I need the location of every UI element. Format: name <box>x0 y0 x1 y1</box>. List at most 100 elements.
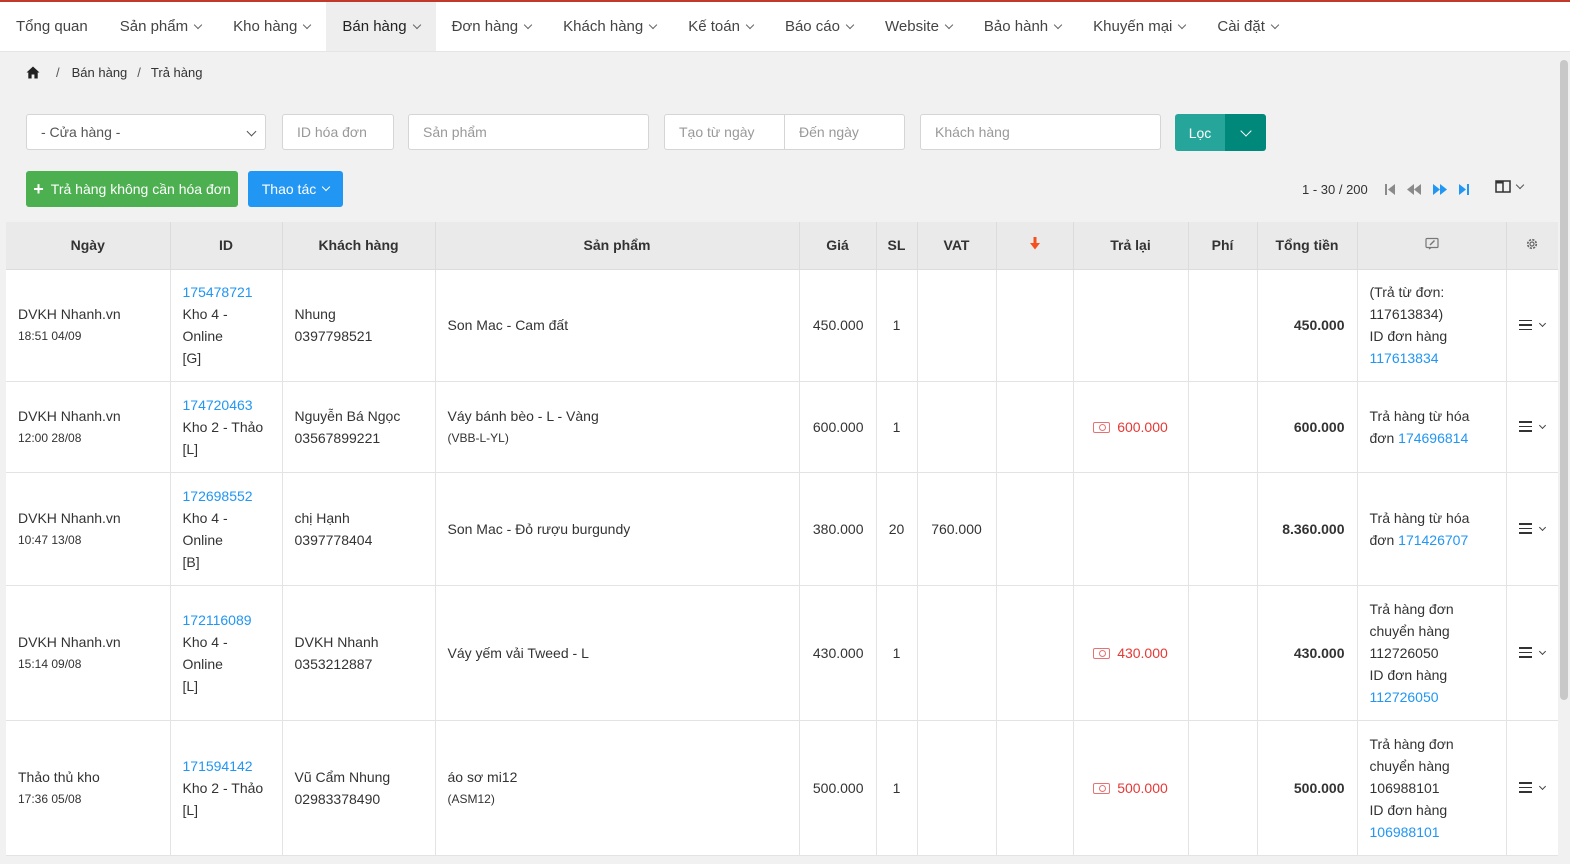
col-product[interactable]: Sản phẩm <box>435 222 800 270</box>
gear-icon <box>1526 238 1538 249</box>
return-id-link[interactable]: 172116089 <box>183 609 270 631</box>
nav-item[interactable]: Khách hàng <box>547 2 672 51</box>
row-menu-button[interactable] <box>1507 523 1558 534</box>
nav-item[interactable]: Website <box>869 2 968 51</box>
cell-customer: Nhung 0397798521 <box>282 269 436 382</box>
nav-item[interactable]: Sản phẩm <box>104 2 217 51</box>
cell-fee <box>1188 269 1258 382</box>
col-vat[interactable]: VAT <box>917 222 997 270</box>
col-price[interactable]: Giá <box>799 222 877 270</box>
nav-item[interactable]: Bán hàng <box>326 2 436 51</box>
cell-qty: 1 <box>876 381 918 473</box>
row-menu-button[interactable] <box>1507 421 1558 432</box>
cell-id: 174720463 Kho 2 - Thảo [L] <box>170 381 283 473</box>
customer-name: DVKH Nhanh <box>294 633 379 650</box>
return-id-link[interactable]: 171594142 <box>183 755 270 777</box>
note-text: (Trả từ đơn: 117613834) <box>1369 284 1445 322</box>
col-settings[interactable] <box>1506 222 1559 270</box>
filter-dropdown-button[interactable] <box>1225 114 1266 151</box>
customer-input[interactable]: Khách hàng <box>920 114 1161 150</box>
return-without-invoice-button[interactable]: + Trả hàng không cần hóa đơn <box>26 171 238 207</box>
return-id-link[interactable]: 172698552 <box>183 485 270 507</box>
col-customer[interactable]: Khách hàng <box>282 222 436 270</box>
cell-price: 600.000 <box>799 381 877 473</box>
store-tag: [G] <box>182 350 202 366</box>
created-datetime: 10:47 13/08 <box>18 532 82 547</box>
nav-item[interactable]: Bảo hành <box>968 2 1077 51</box>
top-nav: Tổng quan Sản phẩm Kho hàng Bán hàng Đơn hàn… <box>0 0 1570 52</box>
chevron-down-icon <box>523 20 533 29</box>
col-id[interactable]: ID <box>170 222 283 270</box>
customer-phone: 02983378490 <box>294 790 381 807</box>
invoice-id-input[interactable]: ID hóa đơn <box>282 114 394 150</box>
col-refund[interactable]: Trả lại <box>1073 222 1189 270</box>
creator-name: DVKH Nhanh.vn <box>18 633 121 650</box>
last-page-icon[interactable] <box>1458 183 1470 196</box>
cell-total: 8.360.000 <box>1257 472 1358 586</box>
note-text: Trả hàng từ hóa đơn 171426707 <box>1370 507 1494 551</box>
nav-item[interactable]: Kế toán <box>672 2 769 51</box>
page-scrollbar[interactable] <box>1558 52 1570 864</box>
first-page-icon[interactable] <box>1384 183 1396 196</box>
table-row: Thảo thủ kho 17:36 05/08 171594142 Kho 2 - … <box>6 720 1559 856</box>
cell-vat <box>917 269 997 382</box>
chevron-down-icon <box>1538 421 1547 429</box>
cell-menu <box>1506 720 1559 856</box>
col-qty[interactable]: SL <box>876 222 918 270</box>
col-date[interactable]: Ngày <box>6 222 171 270</box>
cell-fee <box>1188 381 1258 473</box>
invoice-id-link[interactable]: 174696814 <box>1398 430 1468 446</box>
scrollbar-thumb[interactable] <box>1560 60 1568 700</box>
col-fee[interactable]: Phí <box>1188 222 1258 270</box>
menu-icon <box>1519 782 1532 793</box>
return-without-invoice-label: Trả hàng không cần hóa đơn <box>50 181 231 197</box>
nav-item-label: Đơn hàng <box>451 18 519 35</box>
col-total[interactable]: Tổng tiền <box>1257 222 1358 270</box>
next-page-icon[interactable] <box>1432 183 1448 196</box>
cell-product: Son Mac - Cam đất <box>435 269 800 382</box>
nav-item[interactable]: Báo cáo <box>769 2 869 51</box>
col-sort[interactable] <box>996 222 1074 270</box>
invoice-id-placeholder: ID hóa đơn <box>297 124 367 140</box>
prev-page-icon[interactable] <box>1406 183 1422 196</box>
nav-item[interactable]: Cài đặt <box>1201 2 1294 51</box>
row-menu-button[interactable] <box>1507 782 1558 793</box>
store-select[interactable]: - Cửa hàng - <box>26 114 266 150</box>
column-toggle-button[interactable] <box>1495 180 1525 193</box>
product-input[interactable]: Sản phẩm <box>408 114 649 150</box>
money-icon <box>1093 421 1111 433</box>
filter-button[interactable]: Lọc <box>1175 114 1225 151</box>
nav-item[interactable]: Tổng quan <box>0 2 104 51</box>
row-menu-button[interactable] <box>1507 319 1558 331</box>
invoice-id-link[interactable]: 171426707 <box>1398 532 1468 548</box>
operations-button[interactable]: Thao tác <box>248 171 343 207</box>
product-name: áo sơ mi12 <box>447 768 518 785</box>
nav-item[interactable]: Đơn hàng <box>436 2 548 51</box>
order-id-link[interactable]: 117613834 <box>1370 347 1494 369</box>
product-name: Son Mac - Cam đất <box>447 317 569 333</box>
breadcrumb-sales[interactable]: Bán hàng <box>72 65 128 80</box>
cell-sort <box>996 381 1074 473</box>
order-id-link[interactable]: 106988101 <box>1370 821 1494 843</box>
return-id-link[interactable]: 175478721 <box>183 281 270 303</box>
from-date-input[interactable]: Tạo từ ngày <box>664 114 785 150</box>
cell-date: DVKH Nhanh.vn 10:47 13/08 <box>6 472 171 586</box>
cell-refund <box>1073 269 1189 382</box>
edit-note-icon <box>1424 238 1439 250</box>
order-id-link[interactable]: 112726050 <box>1370 686 1494 708</box>
nav-item[interactable]: Kho hàng <box>217 2 326 51</box>
breadcrumb-separator: / <box>56 64 60 80</box>
menu-icon <box>1519 421 1532 432</box>
to-date-input[interactable]: Đến ngày <box>784 114 905 150</box>
operations-label: Thao tác <box>261 181 317 197</box>
cell-menu <box>1506 269 1559 382</box>
chevron-down-icon <box>412 20 421 29</box>
return-id-link[interactable]: 174720463 <box>183 394 270 416</box>
cell-note: Trả hàng từ hóa đơn 174696814 <box>1357 381 1507 473</box>
nav-item[interactable]: Khuyến mại <box>1077 2 1201 51</box>
row-menu-button[interactable] <box>1507 647 1558 658</box>
menu-icon <box>1519 647 1532 658</box>
cell-refund: 430.000 <box>1073 585 1189 721</box>
nav-item-label: Cài đặt <box>1217 18 1265 35</box>
home-icon[interactable] <box>26 66 40 79</box>
